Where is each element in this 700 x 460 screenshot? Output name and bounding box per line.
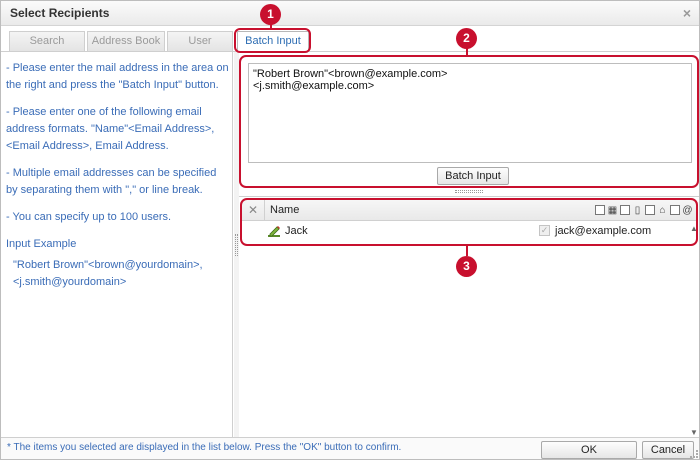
horizontal-splitter[interactable] [239, 189, 699, 194]
callout-badge-1: 1 [260, 4, 281, 25]
footer-note: * The items you selected are displayed i… [7, 442, 402, 453]
scroll-down-icon[interactable]: ▼ [690, 428, 698, 437]
input-example-title: Input Example [6, 238, 77, 250]
tab-user-directory[interactable]: User Directory [167, 31, 233, 66]
input-example-line: <j.smith@yourdomain> [13, 276, 127, 288]
select-recipients-dialog: Select Recipients × Search Address Book … [0, 0, 700, 460]
batch-input-textarea[interactable]: "Robert Brown"<brown@example.com> <j.smi… [248, 63, 692, 163]
splitter-grip-icon[interactable] [455, 190, 483, 193]
ok-button[interactable]: OK [541, 441, 637, 459]
input-example-line: "Robert Brown"<brown@yourdomain>, [13, 259, 203, 271]
tab-callout-frame [234, 28, 311, 53]
batch-input-pane: "Robert Brown"<brown@example.com> <j.smi… [239, 52, 699, 437]
dialog-titlebar[interactable]: Select Recipients × [1, 1, 699, 26]
instruction-list: - Please enter the mail address in the a… [6, 60, 230, 236]
callout-connector [466, 244, 468, 256]
dialog-footer: * The items you selected are displayed i… [1, 437, 699, 459]
batch-input-button[interactable]: Batch Input [437, 167, 509, 185]
callout-badge-3: 3 [456, 256, 477, 277]
instructions-pane: - Please enter the mail address in the a… [1, 52, 233, 437]
instruction-item: - Please enter one of the following emai… [6, 106, 215, 152]
instruction-item: - Multiple email addresses can be specif… [6, 167, 217, 196]
close-icon[interactable]: × [683, 5, 691, 21]
splitter-grip-icon[interactable] [235, 234, 238, 256]
callout-badge-2: 2 [456, 28, 477, 49]
resize-grip-icon[interactable] [690, 450, 698, 458]
dialog-title: Select Recipients [10, 6, 110, 20]
cancel-button[interactable]: Cancel [642, 441, 694, 459]
tab-address-book[interactable]: Address Book [87, 31, 165, 51]
selected-recipients-list: ✕ Name ▦ ▯ ⌂ @ Jack ✓ jack@example.com ▲… [239, 196, 699, 437]
tab-search[interactable]: Search [9, 31, 85, 51]
input-example: "Robert Brown"<brown@yourdomain>, <j.smi… [13, 257, 203, 291]
instruction-item: - You can specify up to 100 users. [6, 211, 172, 223]
instruction-item: - Please enter the mail address in the a… [6, 62, 229, 91]
batch-input-panel: "Robert Brown"<brown@example.com> <j.smi… [239, 55, 699, 188]
list-callout-frame [240, 198, 698, 246]
